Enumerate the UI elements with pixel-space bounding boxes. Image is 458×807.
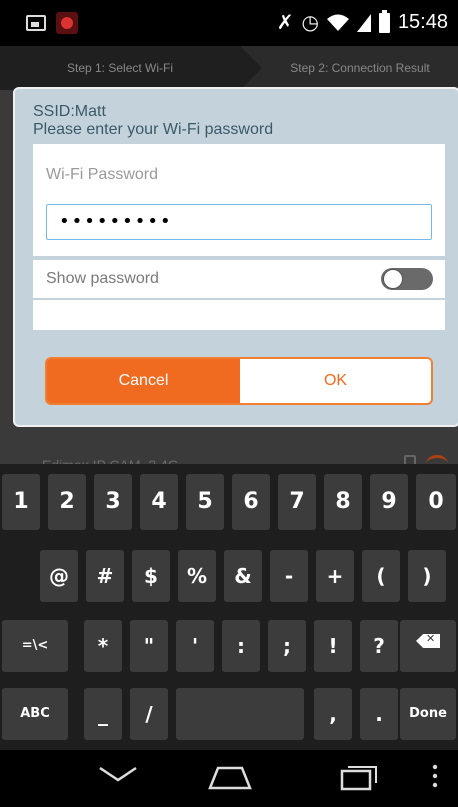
dialog-title: SSID:Matt Please enter your Wi-Fi passwo… xyxy=(33,103,273,139)
show-password-label: Show password xyxy=(46,270,159,287)
mute-icon: ✗ xyxy=(276,11,294,34)
key-2[interactable]: 2 xyxy=(48,474,86,530)
alarm-icon: ◷ xyxy=(301,11,319,34)
back-icon[interactable] xyxy=(98,764,138,784)
password-label: Wi-Fi Password xyxy=(46,166,159,183)
step-1-label: Step 1: Select Wi-Fi xyxy=(0,46,240,90)
password-panel: Wi-Fi Password ••••••••• xyxy=(33,144,445,256)
key-5[interactable]: 5 xyxy=(186,474,224,530)
key-delete[interactable]: ✕ xyxy=(400,620,456,672)
key-double-quote[interactable]: " xyxy=(130,620,168,672)
key-dollar[interactable]: $ xyxy=(132,550,170,602)
key-exclamation[interactable]: ! xyxy=(314,620,352,672)
step-arrow xyxy=(240,46,262,90)
key-semicolon[interactable]: ; xyxy=(268,620,306,672)
home-icon[interactable] xyxy=(208,764,252,790)
backspace-x-icon: ✕ xyxy=(426,632,436,645)
signal-icon xyxy=(356,13,371,32)
dialog-buttons: Cancel OK xyxy=(45,357,433,405)
image-icon xyxy=(26,15,46,31)
key-more-symbols[interactable]: =\< xyxy=(2,620,68,672)
toggle-knob xyxy=(383,269,403,289)
key-open-paren[interactable]: ( xyxy=(362,550,400,602)
key-single-quote[interactable]: ' xyxy=(176,620,214,672)
ok-button[interactable]: OK xyxy=(240,359,431,403)
key-abc[interactable]: ABC xyxy=(2,688,68,740)
ssid-label: SSID:Matt xyxy=(33,103,106,120)
key-close-paren[interactable]: ) xyxy=(408,550,446,602)
password-input[interactable]: ••••••••• xyxy=(46,204,432,240)
recent-apps-icon[interactable] xyxy=(340,762,380,792)
menu-icon[interactable] xyxy=(432,764,438,788)
key-comma[interactable]: , xyxy=(314,688,352,740)
step-2-label: Step 2: Connection Result xyxy=(290,61,430,75)
key-underscore[interactable]: _ xyxy=(84,688,122,740)
navigation-bar xyxy=(0,750,458,807)
key-1[interactable]: 1 xyxy=(2,474,40,530)
status-bar: ✗ ◷ 15:48 xyxy=(0,0,458,46)
cancel-button[interactable]: Cancel xyxy=(47,359,240,403)
key-plus[interactable]: + xyxy=(316,550,354,602)
key-period[interactable]: . xyxy=(360,688,398,740)
key-0[interactable]: 0 xyxy=(416,474,456,530)
key-slash[interactable]: / xyxy=(130,688,168,740)
key-percent[interactable]: % xyxy=(178,550,216,602)
key-asterisk[interactable]: * xyxy=(84,620,122,672)
key-ampersand[interactable]: & xyxy=(224,550,262,602)
battery-icon xyxy=(378,9,390,33)
keyboard: 1 2 3 4 5 6 7 8 9 0 @ # $ % & - + ( ) =\… xyxy=(0,464,458,750)
key-3[interactable]: 3 xyxy=(94,474,132,530)
show-password-row[interactable]: Show password xyxy=(33,260,445,298)
key-question[interactable]: ? xyxy=(360,620,398,672)
key-6[interactable]: 6 xyxy=(232,474,270,530)
show-password-toggle[interactable] xyxy=(381,268,433,290)
empty-panel xyxy=(33,300,445,330)
key-9[interactable]: 9 xyxy=(370,474,408,530)
key-at[interactable]: @ xyxy=(40,550,78,602)
step-bar: Step 1: Select Wi-Fi Step 2: Connection … xyxy=(0,46,458,90)
key-done[interactable]: Done xyxy=(400,688,456,740)
key-7[interactable]: 7 xyxy=(278,474,316,530)
key-4[interactable]: 4 xyxy=(140,474,178,530)
key-8[interactable]: 8 xyxy=(324,474,362,530)
key-minus[interactable]: - xyxy=(270,550,308,602)
status-time: 15:48 xyxy=(397,11,448,33)
key-space[interactable] xyxy=(176,688,304,740)
key-colon[interactable]: : xyxy=(222,620,260,672)
prompt-label: Please enter your Wi-Fi password xyxy=(33,121,274,138)
key-hash[interactable]: # xyxy=(86,550,124,602)
password-dialog: SSID:Matt Please enter your Wi-Fi passwo… xyxy=(13,87,458,427)
app-icon xyxy=(56,12,78,34)
wifi-icon xyxy=(326,14,349,31)
